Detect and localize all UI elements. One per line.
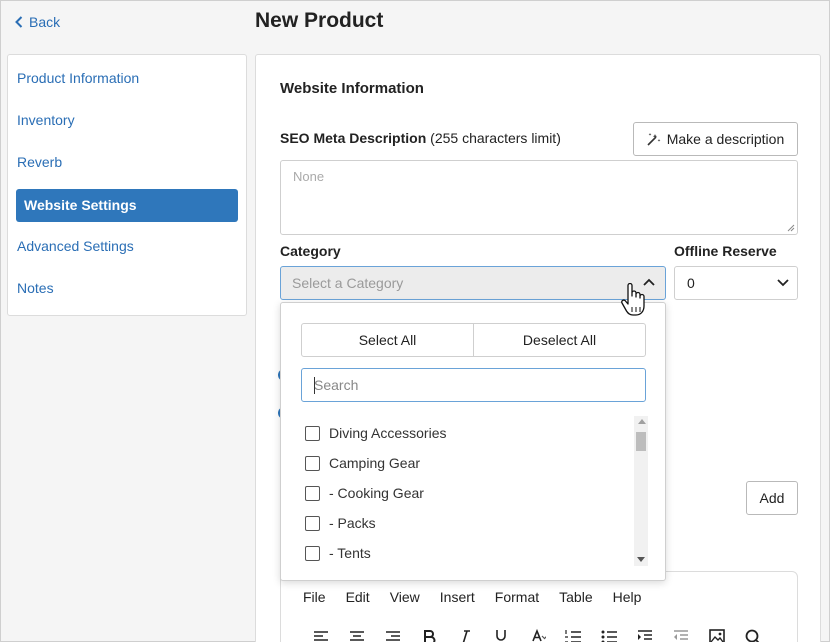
option-label: - Cooking Gear	[329, 485, 424, 501]
category-placeholder: Select a Category	[292, 275, 404, 291]
underline-icon[interactable]	[483, 625, 519, 642]
category-label: Category	[280, 243, 341, 259]
menu-edit[interactable]: Edit	[346, 589, 370, 605]
select-buttons: Select All Deselect All	[301, 323, 646, 357]
numbered-list-icon[interactable]	[555, 625, 591, 642]
editor-toolbar	[303, 625, 771, 642]
category-search-input[interactable]: Search	[301, 368, 646, 402]
sidebar-item-website-settings[interactable]: Website Settings	[16, 189, 238, 222]
offline-reserve-select[interactable]: 0	[674, 266, 798, 300]
chevron-down-icon	[777, 279, 789, 287]
offline-reserve-value: 0	[687, 275, 695, 291]
sidebar-item-advanced-settings[interactable]: Advanced Settings	[16, 230, 238, 263]
make-description-button[interactable]: Make a description	[633, 122, 798, 156]
add-button[interactable]: Add	[746, 481, 798, 515]
sidebar-item-product-information[interactable]: Product Information	[16, 62, 238, 95]
search-icon[interactable]	[735, 625, 771, 642]
search-placeholder: Search	[314, 377, 359, 393]
outdent-icon[interactable]	[663, 625, 699, 642]
checkbox[interactable]	[305, 545, 320, 561]
menu-table[interactable]: Table	[559, 589, 592, 605]
list-item[interactable]: - Tents	[301, 538, 646, 568]
scrollbar-thumb[interactable]	[636, 432, 646, 451]
back-link[interactable]: Back	[15, 14, 60, 30]
checkbox[interactable]	[305, 425, 320, 441]
resize-grip-icon[interactable]	[787, 224, 795, 232]
menu-insert[interactable]: Insert	[440, 589, 475, 605]
options-scrollbar[interactable]	[634, 416, 648, 566]
checkbox[interactable]	[305, 455, 320, 471]
seo-meta-label-note: (255 characters limit)	[426, 130, 561, 146]
menu-file[interactable]: File	[303, 589, 326, 605]
option-label: Camping Gear	[329, 455, 421, 471]
list-item[interactable]: Diving Accessories	[301, 418, 646, 448]
indent-icon[interactable]	[627, 625, 663, 642]
back-label: Back	[29, 14, 61, 30]
scroll-up-arrow-icon[interactable]	[638, 419, 646, 424]
category-dropdown: Select All Deselect All Search Diving Ac…	[280, 302, 666, 581]
sidebar-item-reverb[interactable]: Reverb	[16, 146, 238, 179]
checkbox[interactable]	[305, 485, 320, 501]
select-all-button[interactable]: Select All	[302, 324, 473, 356]
section-title: Website Information	[280, 80, 424, 97]
seo-meta-label-bold: SEO Meta Description	[280, 130, 427, 146]
menu-view[interactable]: View	[390, 589, 420, 605]
text-caret	[314, 377, 315, 394]
scroll-down-arrow-icon[interactable]	[637, 557, 645, 562]
page-title: New Product	[255, 9, 384, 32]
category-select[interactable]: Select a Category	[280, 266, 666, 300]
seo-meta-textarea[interactable]: None	[280, 160, 798, 235]
rich-text-editor: File Edit View Insert Format Table Help	[280, 571, 798, 642]
text-color-icon[interactable]	[519, 625, 555, 642]
hand-pointer-cursor-icon	[621, 283, 645, 316]
seo-meta-label: SEO Meta Description (255 characters lim…	[280, 130, 561, 146]
menu-format[interactable]: Format	[495, 589, 539, 605]
option-label: - Tents	[329, 545, 371, 561]
italic-icon[interactable]	[447, 625, 483, 642]
offline-reserve-label: Offline Reserve	[674, 243, 777, 259]
chevron-left-icon	[15, 16, 23, 28]
image-icon[interactable]	[699, 625, 735, 642]
bullet-list-icon[interactable]	[591, 625, 627, 642]
app-window: Back New Product Product Information Inv…	[0, 0, 830, 642]
align-left-icon[interactable]	[303, 625, 339, 642]
sidebar-nav: Product Information Inventory Reverb Web…	[7, 54, 247, 316]
bold-icon[interactable]	[411, 625, 447, 642]
option-label: Diving Accessories	[329, 425, 447, 441]
sidebar-item-notes[interactable]: Notes	[16, 272, 238, 305]
list-item[interactable]: - Packs	[301, 508, 646, 538]
magic-wand-icon	[647, 133, 661, 146]
list-item[interactable]: - Cooking Gear	[301, 478, 646, 508]
list-item[interactable]: Camping Gear	[301, 448, 646, 478]
sidebar-item-inventory[interactable]: Inventory	[16, 104, 238, 137]
category-options: Diving Accessories Camping Gear - Cookin…	[301, 418, 646, 568]
editor-menubar: File Edit View Insert Format Table Help	[303, 589, 661, 605]
checkbox[interactable]	[305, 515, 320, 531]
option-label: - Packs	[329, 515, 376, 531]
align-center-icon[interactable]	[339, 625, 375, 642]
menu-help[interactable]: Help	[613, 589, 642, 605]
seo-meta-placeholder: None	[293, 169, 325, 184]
align-right-icon[interactable]	[375, 625, 411, 642]
deselect-all-button[interactable]: Deselect All	[473, 324, 645, 356]
make-description-label: Make a description	[666, 131, 785, 147]
